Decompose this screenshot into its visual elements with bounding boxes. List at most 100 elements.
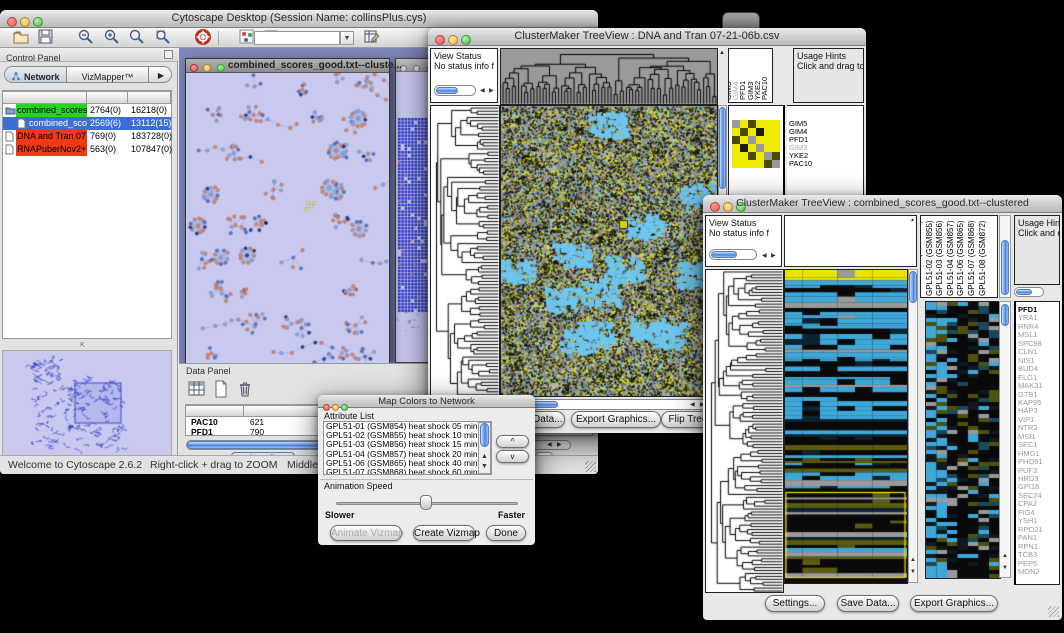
scroll-right-icon[interactable]: ▶	[557, 442, 562, 449]
tv1-mini-heatmap[interactable]	[732, 120, 780, 168]
control-panel-title: Control Panel	[0, 53, 61, 63]
resize-grip[interactable]	[1048, 606, 1059, 617]
tv1-usage-hints: Usage Hints Click and drag to	[793, 48, 864, 103]
tv1-title-bar[interactable]: ClusterMaker TreeView : DNA and Tran 07-…	[428, 28, 866, 46]
tv2-row-dendrogram[interactable]	[705, 269, 784, 593]
tv2-column-dendrogram[interactable]	[784, 215, 917, 267]
mini-cell	[740, 128, 748, 136]
tv2-button-exportgraphics[interactable]: Export Graphics...	[910, 595, 998, 612]
minimize-icon[interactable]	[203, 64, 211, 72]
network-nodes: 2764(0)	[87, 104, 128, 117]
trash-icon[interactable]	[236, 380, 255, 399]
dialog-button-createvizmap[interactable]: Create Vizmap	[413, 525, 475, 541]
scroll-up-icon[interactable]: ▲	[1002, 553, 1008, 560]
mini-cell	[772, 160, 780, 168]
col-nodes[interactable]	[87, 91, 128, 104]
close-icon[interactable]	[190, 64, 198, 72]
attribute-listbox[interactable]: GPL51-01 (GSM854) heat shock 05 minGPL51…	[323, 421, 492, 475]
tv2-title-bar[interactable]: ClusterMaker TreeView : combined_scores_…	[703, 195, 1062, 213]
network-row[interactable]: combined_sco2569(6)13112(15)	[3, 117, 171, 130]
zoom-selected-icon[interactable]	[154, 28, 173, 47]
scroll-down-icon[interactable]: ▼	[1002, 565, 1008, 572]
scroll-left-icon[interactable]: ◀	[547, 442, 552, 449]
tab-network[interactable]: Network	[5, 67, 67, 83]
attribute-editor-icon[interactable]	[363, 28, 382, 47]
network-edges: 183728(0)	[128, 130, 171, 143]
network-overview[interactable]	[2, 350, 172, 458]
mini-cell	[772, 144, 780, 152]
splitter-handle[interactable]: ⇱	[80, 342, 90, 348]
mini-cell	[772, 128, 780, 136]
move-up-button[interactable]: ^	[496, 435, 529, 448]
network-edges: 13112(15)	[128, 117, 171, 130]
scroll-down-icon[interactable]: ▼	[910, 569, 916, 576]
attribute-list-item[interactable]: GPL51-07 (GSM868) heat shock 60 min	[324, 468, 491, 475]
mini-cell	[756, 136, 764, 144]
minimize-icon[interactable]	[413, 65, 420, 72]
tv2-nav-vscroll[interactable]	[999, 301, 1011, 578]
col-network[interactable]	[3, 91, 87, 104]
tv1-button-exportgraphics[interactable]: Export Graphics...	[571, 411, 661, 428]
tab-vizmapper[interactable]: VizMapper™	[67, 67, 149, 83]
col-edges[interactable]	[128, 91, 171, 104]
tv1-col-scroll-up[interactable]: ▲	[719, 50, 725, 57]
scroll-right-icon[interactable]: ▶	[489, 88, 494, 95]
open-icon[interactable]	[12, 28, 31, 47]
mini-cell	[756, 160, 764, 168]
tv2-heatmap[interactable]	[784, 269, 908, 584]
mini-cell	[732, 160, 740, 168]
help-icon[interactable]	[194, 28, 213, 47]
dialog-title: Map Colors to Network	[318, 396, 535, 407]
tv2-button-savedata[interactable]: Save Data...	[837, 595, 899, 612]
zoom-in-icon[interactable]	[103, 28, 122, 47]
new-page-icon[interactable]	[212, 380, 231, 399]
mini-cell	[748, 144, 756, 152]
network-name: RNAPuberNov2+	[16, 143, 87, 156]
table-icon[interactable]	[188, 380, 207, 399]
tv2-navigator-heatmap[interactable]	[925, 301, 1001, 579]
tab-overflow-arrow[interactable]: ▶	[149, 67, 172, 83]
tv2-vscrollbar[interactable]	[908, 269, 918, 583]
zoom-out-icon[interactable]	[77, 28, 96, 47]
tv2-button-settings[interactable]: Settings...	[765, 595, 825, 612]
tv2-gene-label: MAK31	[1018, 382, 1043, 390]
network-row[interactable]: RNAPuberNov2+563(0)107847(0)	[3, 143, 171, 156]
dialog-title-bar[interactable]: Map Colors to Network	[318, 395, 535, 408]
speed-slider-thumb[interactable]	[420, 495, 432, 510]
float-panel-icon[interactable]	[164, 50, 173, 59]
save-icon[interactable]	[37, 28, 56, 47]
tv1-column-dendrogram[interactable]	[500, 48, 718, 105]
tv1-row-dendrogram[interactable]	[430, 105, 500, 397]
zoom-fit-icon[interactable]	[128, 28, 147, 47]
tv2-usage-hints: Usage Hints Click and drag to	[1014, 215, 1060, 285]
dialog-button-done[interactable]: Done	[486, 525, 526, 541]
network-row[interactable]: combined_scores2764(0)16218(0)	[3, 104, 171, 117]
network-row[interactable]: DNA and Tran 07769(0)183728(0)	[3, 130, 171, 143]
move-down-button[interactable]: v	[496, 450, 529, 463]
mini-cell	[756, 144, 764, 152]
scroll-left-icon[interactable]: ◀	[762, 253, 767, 260]
scroll-left-icon[interactable]: ◀	[480, 88, 485, 95]
network-canvas[interactable]	[186, 73, 389, 363]
mini-cell	[756, 120, 764, 128]
search-dropdown[interactable]: ▼	[340, 31, 354, 45]
status-welcome: Welcome to Cytoscape 2.6.2	[8, 459, 142, 471]
scroll-up-icon[interactable]: ▲	[910, 557, 916, 564]
mini-cell	[764, 152, 772, 160]
zoom-icon[interactable]	[217, 64, 225, 72]
main-title-bar[interactable]: Cytoscape Desktop (Session Name: collins…	[0, 10, 598, 28]
scroll-up-icon[interactable]: ▲	[481, 453, 488, 460]
attr-col-id[interactable]	[186, 405, 244, 417]
tv2-col-scroll-up[interactable]: ▲	[910, 217, 915, 224]
resize-grip[interactable]	[585, 461, 596, 472]
network-view-window-1[interactable]: combined_scores_good.txt--cluste...	[185, 58, 390, 363]
tv1-heatmap[interactable]	[500, 105, 718, 397]
faster-label: Faster	[498, 510, 525, 520]
search-input[interactable]	[254, 31, 340, 45]
mini-cell	[740, 136, 748, 144]
dialog-button-animatevizmap[interactable]: Animate Vizmap	[330, 525, 402, 541]
scroll-left-icon[interactable]: ◀	[690, 402, 695, 409]
scroll-down-icon[interactable]: ▼	[481, 463, 488, 470]
mini-cell	[748, 120, 756, 128]
scroll-right-icon[interactable]: ▶	[771, 253, 776, 260]
